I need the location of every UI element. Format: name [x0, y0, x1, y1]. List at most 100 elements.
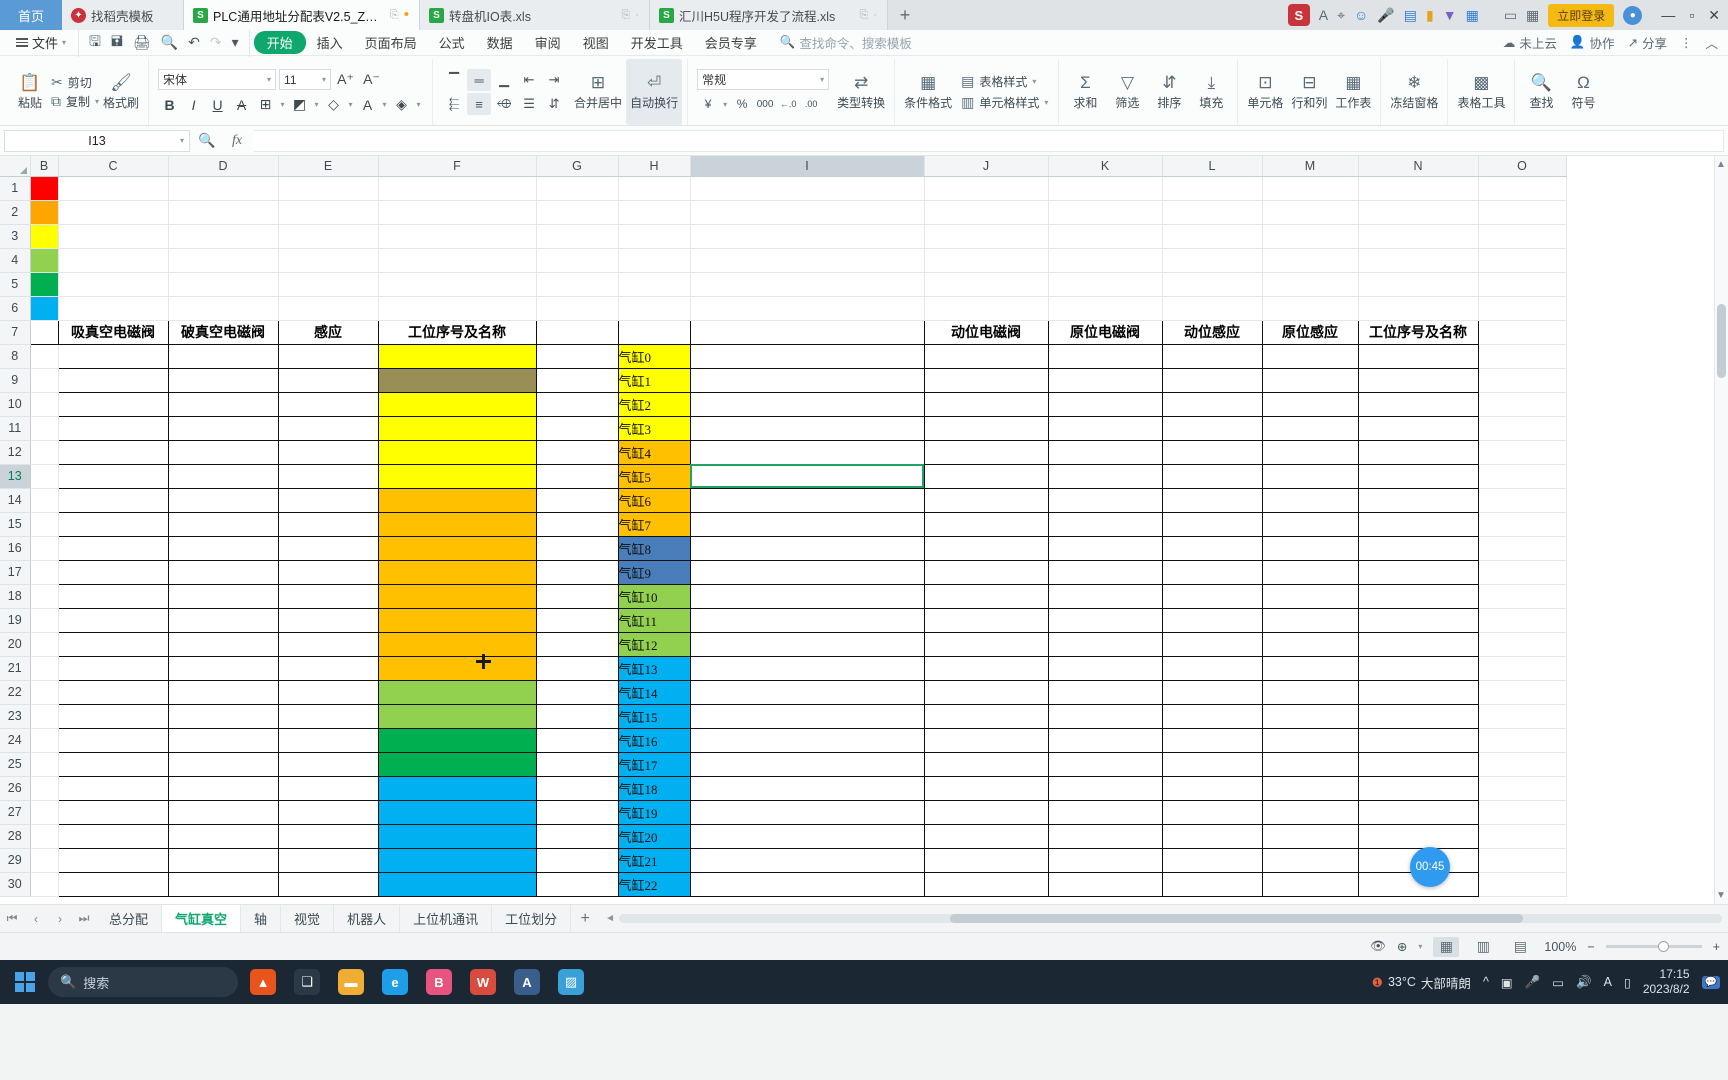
- taskview-app[interactable]: ❏: [288, 965, 326, 999]
- cell-M16[interactable]: [1261, 535, 1359, 561]
- cell-D4[interactable]: [168, 248, 279, 273]
- cell-I11[interactable]: [689, 415, 925, 441]
- row-header-26[interactable]: 26: [0, 776, 31, 801]
- cylinder-cell-11[interactable]: 气缸3: [617, 415, 691, 441]
- cell-E21[interactable]: [277, 655, 379, 681]
- first-sheet-icon[interactable]: ⏮: [0, 905, 24, 932]
- row-header-9[interactable]: 9: [0, 368, 31, 393]
- cell-C4[interactable]: [58, 248, 169, 273]
- cell-C17[interactable]: [57, 559, 169, 585]
- cell-C8[interactable]: [57, 343, 169, 369]
- row-header-22[interactable]: 22: [0, 680, 31, 705]
- close-button[interactable]: ✕: [1708, 7, 1720, 24]
- cell-F4[interactable]: [378, 248, 537, 273]
- worksheet-button[interactable]: ▦ 工作表: [1331, 59, 1375, 125]
- cell-J1[interactable]: [924, 176, 1049, 201]
- cell-D30[interactable]: [167, 871, 279, 897]
- cell-K14[interactable]: [1047, 487, 1163, 513]
- row-header-15[interactable]: 15: [0, 512, 31, 537]
- cell-D23[interactable]: [167, 703, 279, 729]
- cell-F25[interactable]: [377, 751, 537, 777]
- column-header-h[interactable]: H: [618, 156, 691, 177]
- cell-O30[interactable]: [1478, 872, 1567, 897]
- cell-C18[interactable]: [57, 583, 169, 609]
- cell-L5[interactable]: [1162, 272, 1263, 297]
- cell-J29[interactable]: [923, 847, 1049, 873]
- tab-close-icon[interactable]: ·: [635, 9, 639, 21]
- cell-O6[interactable]: [1478, 296, 1567, 321]
- vertical-scroll-thumb[interactable]: [1717, 304, 1726, 378]
- cell-O24[interactable]: [1478, 728, 1567, 753]
- chevron-down-icon[interactable]: ▾: [1418, 942, 1422, 951]
- cell-L22[interactable]: [1161, 679, 1263, 705]
- cell-K29[interactable]: [1047, 847, 1163, 873]
- header-cell-K7[interactable]: 原位电磁阀: [1047, 319, 1163, 345]
- copy-button[interactable]: ⧉ 复制 ▾: [51, 93, 99, 110]
- cell-J17[interactable]: [923, 559, 1049, 585]
- cell-O21[interactable]: [1478, 656, 1567, 681]
- row-header-2[interactable]: 2: [0, 200, 31, 225]
- cell-F28[interactable]: [377, 823, 537, 849]
- cell-L19[interactable]: [1161, 607, 1263, 633]
- cell-K20[interactable]: [1047, 631, 1163, 657]
- cylinder-cell-18[interactable]: 气缸10: [617, 583, 691, 609]
- row-header-13[interactable]: 13: [0, 464, 31, 489]
- legend-swatch-2[interactable]: [30, 200, 59, 225]
- tab-review[interactable]: 审阅: [524, 31, 572, 54]
- font-family-select[interactable]: 宋体 ▾: [158, 69, 277, 90]
- cell-C9[interactable]: [57, 367, 169, 393]
- wrap-text-button[interactable]: ⏎ 自动换行: [626, 59, 683, 125]
- cell-G20[interactable]: [535, 631, 619, 657]
- cell-D19[interactable]: [167, 607, 279, 633]
- cell-E8[interactable]: [277, 343, 379, 369]
- cell-J16[interactable]: [923, 535, 1049, 561]
- cell-O18[interactable]: [1478, 584, 1567, 609]
- language-icon[interactable]: A: [1604, 975, 1612, 989]
- cell-F11[interactable]: [377, 415, 537, 441]
- cell-H3[interactable]: [618, 224, 691, 249]
- cell-L24[interactable]: [1161, 727, 1263, 753]
- cell-J11[interactable]: [923, 415, 1049, 441]
- legend-swatch-5[interactable]: [30, 272, 59, 297]
- cell-K11[interactable]: [1047, 415, 1163, 441]
- cell-F10[interactable]: [377, 391, 537, 417]
- cell-C1[interactable]: [58, 176, 169, 201]
- select-all-corner[interactable]: [0, 156, 31, 177]
- cell-I30[interactable]: [689, 871, 925, 897]
- cell-J25[interactable]: [923, 751, 1049, 777]
- cell-H1[interactable]: [618, 176, 691, 201]
- cylinder-cell-29[interactable]: 气缸21: [617, 847, 691, 873]
- cell-C20[interactable]: [57, 631, 169, 657]
- cell-F6[interactable]: [378, 296, 537, 321]
- cell-I27[interactable]: [689, 799, 925, 825]
- header-cell-M7[interactable]: 原位感应: [1261, 319, 1359, 345]
- tab-start[interactable]: 开始: [253, 31, 306, 54]
- row-header-8[interactable]: 8: [0, 344, 31, 369]
- cell-O8[interactable]: [1478, 344, 1567, 369]
- cell-I19[interactable]: [689, 607, 925, 633]
- cell-D8[interactable]: [167, 343, 279, 369]
- row-header-24[interactable]: 24: [0, 728, 31, 753]
- cell-K13[interactable]: [1047, 463, 1163, 489]
- vertical-scrollbar[interactable]: ▲ ▼: [1714, 156, 1728, 904]
- conditional-format-button[interactable]: ▦ 条件格式: [900, 59, 956, 125]
- cell-J6[interactable]: [924, 296, 1049, 321]
- cylinder-cell-21[interactable]: 气缸13: [617, 655, 691, 681]
- cell-N23[interactable]: [1357, 703, 1479, 729]
- cell-C14[interactable]: [57, 487, 169, 513]
- cell-N19[interactable]: [1357, 607, 1479, 633]
- text-effects-button[interactable]: ◩: [288, 94, 311, 116]
- command-search[interactable]: 🔍 查找命令、搜索模板: [780, 33, 912, 52]
- display-mode-icon[interactable]: ▭: [1504, 7, 1517, 24]
- cell-F12[interactable]: [377, 439, 537, 465]
- cell-G24[interactable]: [535, 727, 619, 753]
- cell-M11[interactable]: [1261, 415, 1359, 441]
- sheet-tab-gongweihuafen[interactable]: 工位划分: [492, 905, 572, 932]
- cell-N13[interactable]: [1357, 463, 1479, 489]
- row-header-4[interactable]: 4: [0, 248, 31, 273]
- cell-D20[interactable]: [167, 631, 279, 657]
- chevron-down-icon[interactable]: ▾: [414, 94, 423, 116]
- cell-K9[interactable]: [1047, 367, 1163, 393]
- cell-L14[interactable]: [1161, 487, 1263, 513]
- column-header-c[interactable]: C: [58, 156, 169, 177]
